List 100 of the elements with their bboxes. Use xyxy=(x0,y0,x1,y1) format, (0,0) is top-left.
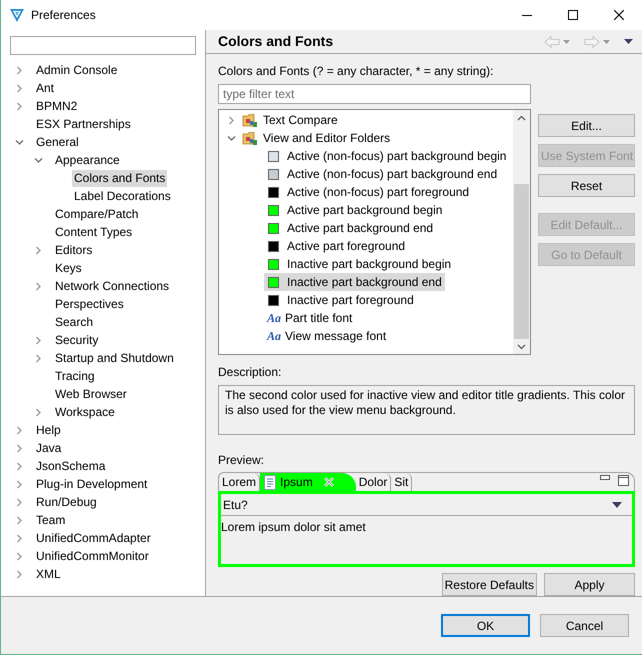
chevron-right-icon[interactable] xyxy=(15,462,24,470)
chevron-right-icon[interactable] xyxy=(15,516,24,524)
chevron-down-icon[interactable] xyxy=(34,156,43,164)
tree-item[interactable]: Content Types xyxy=(53,224,134,240)
caret-icon[interactable] xyxy=(603,40,610,44)
dialog-button[interactable]: Cancel xyxy=(540,614,629,637)
preview-text: Lorem ipsum dolor sit amet xyxy=(221,519,367,536)
tree-item[interactable]: Inactive part background begin xyxy=(264,255,454,273)
tree-item[interactable]: Ant xyxy=(34,80,56,96)
description-label: Description: xyxy=(218,364,282,381)
chevron-right-icon[interactable] xyxy=(15,426,24,434)
chevron-right-icon[interactable] xyxy=(15,102,24,110)
restore-defaults-button[interactable]: Restore Defaults xyxy=(442,573,537,596)
tree-item[interactable]: Security xyxy=(53,332,100,348)
chevron-right-icon[interactable] xyxy=(15,84,24,92)
tree-item[interactable]: Active part foreground xyxy=(264,237,408,255)
forward-arrow-icon[interactable] xyxy=(584,34,600,48)
chevron-down-icon[interactable] xyxy=(227,134,236,142)
filter-label: Colors and Fonts (? = any character, * = any string): xyxy=(218,63,494,80)
tree-item[interactable]: Inactive part foreground xyxy=(264,291,417,309)
preview-label: Preview: xyxy=(218,452,266,469)
chevron-right-icon[interactable] xyxy=(15,534,24,542)
chevron-right-icon[interactable] xyxy=(15,570,24,578)
tree-item[interactable]: BPMN2 xyxy=(34,98,80,114)
chevron-right-icon[interactable] xyxy=(15,66,24,74)
tree-item[interactable]: Help xyxy=(34,422,63,438)
tree-item[interactable]: Active (non-focus) part foreground xyxy=(264,183,472,201)
tree-item[interactable]: Startup and Shutdown xyxy=(53,350,176,366)
tree-item[interactable]: Plug-in Development xyxy=(34,476,150,492)
scrollbar[interactable] xyxy=(513,110,530,354)
tree-item[interactable]: ESX Partnerships xyxy=(34,116,133,132)
minimize-icon[interactable] xyxy=(600,475,610,481)
search-field[interactable] xyxy=(10,36,196,55)
tree-item[interactable]: Team xyxy=(34,512,68,528)
tree-item[interactable]: Text Compare xyxy=(239,111,341,129)
window-title: Preferences xyxy=(31,7,97,24)
maximize-icon xyxy=(568,10,578,20)
side-button[interactable]: Edit... xyxy=(538,114,635,137)
tree-item[interactable]: XML xyxy=(34,566,63,582)
tree-item[interactable]: Active part background begin xyxy=(264,201,446,219)
filter-field[interactable]: type filter text xyxy=(218,84,531,104)
tree-item[interactable]: Compare/Patch xyxy=(53,206,140,222)
tree-item[interactable]: Java xyxy=(34,440,64,456)
page-title: Colors and Fonts xyxy=(218,32,334,51)
tree-item[interactable]: Run/Debug xyxy=(34,494,99,510)
tree-item[interactable]: Appearance xyxy=(53,152,122,168)
description-text: The second color used for inactive view and editor title gradients. This color is also used for the view menu background. xyxy=(218,385,635,435)
tree-item[interactable]: Web Browser xyxy=(53,386,129,402)
tree-item[interactable]: UnifiedCommAdapter xyxy=(34,530,153,546)
tree-item[interactable]: General xyxy=(34,134,81,150)
chevron-down-icon[interactable] xyxy=(15,138,24,146)
chevron-right-icon[interactable] xyxy=(15,552,24,560)
chevron-right-icon[interactable] xyxy=(34,408,43,416)
chevron-right-icon[interactable] xyxy=(15,498,24,506)
preview-tab[interactable]: Sit xyxy=(391,473,412,491)
tree-item[interactable]: Network Connections xyxy=(53,278,172,294)
close-icon xyxy=(614,10,624,20)
tree-item[interactable]: Keys xyxy=(53,260,84,276)
caret-icon[interactable] xyxy=(563,40,570,44)
close-icon[interactable] xyxy=(324,477,334,487)
tree-item[interactable]: Aa View message font xyxy=(264,327,390,345)
preview-combo[interactable]: Etu? xyxy=(221,494,632,516)
tree-item[interactable]: Label Decorations xyxy=(72,188,173,204)
tree-item[interactable]: Admin Console xyxy=(34,62,120,78)
tree-item[interactable]: UnifiedCommMonitor xyxy=(34,548,151,564)
chevron-right-icon[interactable] xyxy=(15,480,24,488)
apply-button[interactable]: Apply xyxy=(544,573,635,596)
tree-item[interactable]: Search xyxy=(53,314,96,330)
tree-item[interactable]: Perspectives xyxy=(53,296,126,312)
maximize-icon[interactable] xyxy=(618,475,629,486)
back-arrow-icon[interactable] xyxy=(544,34,560,48)
tree-item[interactable]: Inactive part background end xyxy=(264,273,445,291)
chevron-right-icon[interactable] xyxy=(34,336,43,344)
chevron-right-icon[interactable] xyxy=(15,444,24,452)
tree-item[interactable]: Active (non-focus) part background end xyxy=(264,165,500,183)
tree-item[interactable]: Aa Part title font xyxy=(264,309,356,327)
chevron-right-icon[interactable] xyxy=(34,354,43,362)
side-button[interactable]: Reset xyxy=(538,174,635,197)
chevron-right-icon[interactable] xyxy=(227,116,236,124)
preview-tab[interactable]: Dolor xyxy=(356,473,392,491)
app-logo-icon xyxy=(9,7,25,23)
tree-item[interactable]: Editors xyxy=(53,242,94,258)
font-icon: Aa xyxy=(267,327,285,345)
document-icon xyxy=(263,474,278,490)
font-icon: Aa xyxy=(267,309,285,327)
folder-icon xyxy=(242,130,258,146)
folder-icon xyxy=(242,112,258,128)
tree-item[interactable]: Tracing xyxy=(53,368,97,384)
tree-item[interactable]: Colors and Fonts xyxy=(72,170,168,186)
tree-item[interactable]: Active (non-focus) part background begin xyxy=(264,147,510,165)
menu-icon[interactable] xyxy=(624,39,633,44)
chevron-right-icon[interactable] xyxy=(34,246,43,254)
tree-item[interactable]: Active part background end xyxy=(264,219,436,237)
tree-item[interactable]: View and Editor Folders xyxy=(239,129,394,147)
dialog-button[interactable]: OK xyxy=(441,614,530,637)
preview-tab[interactable]: Ipsum xyxy=(260,473,356,491)
caret-icon xyxy=(612,502,622,508)
chevron-right-icon[interactable] xyxy=(34,282,43,290)
tree-item[interactable]: JsonSchema xyxy=(34,458,108,474)
tree-item[interactable]: Workspace xyxy=(53,404,117,420)
